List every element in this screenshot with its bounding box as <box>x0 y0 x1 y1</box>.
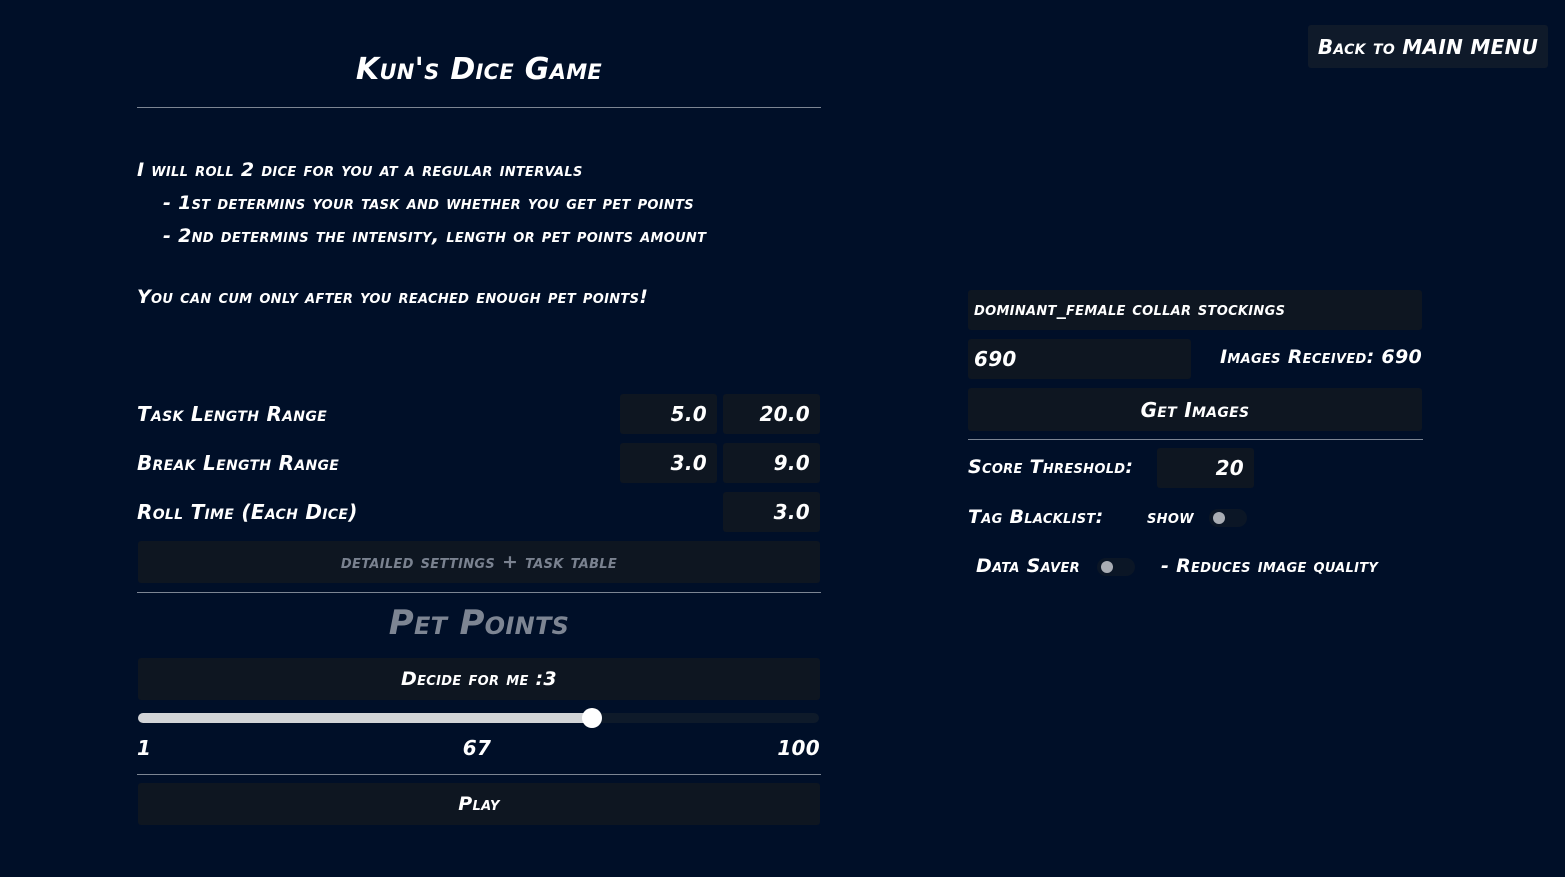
pet-points-note: You can cum only after you reached enoug… <box>137 286 649 308</box>
slider-value-label: 67 <box>462 736 492 760</box>
intro-line-1: I will roll 2 dice for you at a regular … <box>137 159 583 181</box>
task-length-min-input[interactable]: 5.0 <box>620 394 717 434</box>
decide-for-me-button[interactable]: Decide for me :3 <box>138 658 820 700</box>
blacklist-show-toggle[interactable] <box>1209 509 1247 527</box>
break-length-max-input[interactable]: 9.0 <box>723 443 820 483</box>
detailed-settings-button[interactable]: detailed settings + task table <box>138 541 820 583</box>
slider-max-label: 100 <box>777 736 820 760</box>
back-to-main-menu-button[interactable]: Back to MAIN MENU <box>1308 25 1548 68</box>
break-length-min-input[interactable]: 3.0 <box>620 443 717 483</box>
score-threshold-input[interactable]: 20 <box>1157 448 1254 488</box>
pet-points-divider <box>137 774 821 775</box>
images-received-label: Images Received: 690 <box>1220 346 1422 368</box>
pet-points-title: Pet Points <box>388 603 570 643</box>
data-saver-note: - Reduces image quality <box>1161 555 1379 577</box>
dice-game-screen: Back to MAIN MENU Kun's Dice Game I will… <box>0 0 1565 877</box>
page-title: Kun's Dice Game <box>355 52 603 87</box>
slider-min-label: 1 <box>137 736 152 760</box>
play-button[interactable]: Play <box>138 783 820 825</box>
roll-time-input[interactable]: 3.0 <box>723 492 820 532</box>
task-length-label: Task Length Range <box>137 402 327 426</box>
get-images-button[interactable]: Get Images <box>968 388 1422 431</box>
image-count-input[interactable]: 690 <box>968 339 1191 379</box>
blacklist-show-label: show <box>1147 506 1194 528</box>
settings-divider <box>137 592 821 593</box>
roll-time-label: Roll Time (Each Dice) <box>137 500 358 524</box>
tags-search-input[interactable]: dominant_female collar stockings <box>968 290 1422 330</box>
tag-blacklist-label: Tag Blacklist: <box>968 506 1104 528</box>
toggle-knob <box>1101 561 1113 573</box>
intro-line-3: - 2nd determins the intensity, length or… <box>163 225 707 247</box>
break-length-label: Break Length Range <box>137 451 340 475</box>
score-threshold-label: Score Threshold: <box>968 456 1134 478</box>
data-saver-toggle[interactable] <box>1097 558 1135 576</box>
title-divider <box>137 107 821 108</box>
intro-text: I will roll 2 dice for you at a regular … <box>137 154 837 253</box>
toggle-knob <box>1213 512 1225 524</box>
slider-fill <box>138 713 593 723</box>
intro-line-2: - 1st determins your task and whether yo… <box>163 192 694 214</box>
task-length-max-input[interactable]: 20.0 <box>723 394 820 434</box>
pet-points-slider[interactable] <box>138 708 819 728</box>
slider-thumb[interactable] <box>582 708 603 728</box>
data-saver-label: Data Saver <box>976 555 1080 577</box>
images-divider <box>968 439 1423 440</box>
